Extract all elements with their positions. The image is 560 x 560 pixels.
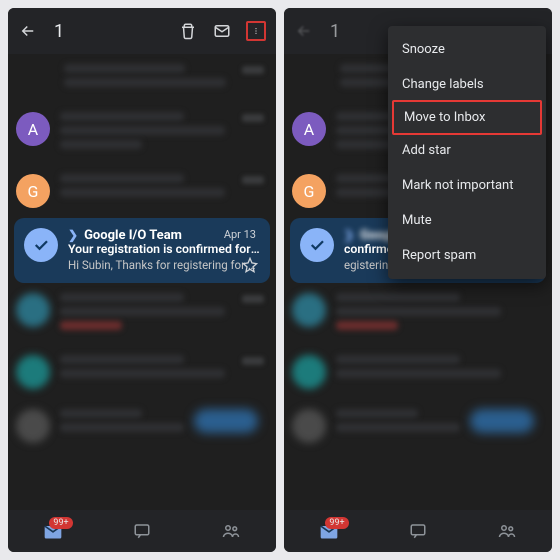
meet-tab-icon[interactable] bbox=[497, 521, 517, 541]
avatar bbox=[292, 355, 326, 389]
mark-unread-icon[interactable] bbox=[212, 21, 232, 41]
list-item[interactable] bbox=[8, 345, 276, 399]
star-icon[interactable] bbox=[242, 257, 258, 273]
email-list: A G ❯ Google I/O Team Your registration i… bbox=[8, 54, 276, 510]
menu-item-mute[interactable]: Mute bbox=[388, 203, 546, 238]
selection-check-icon bbox=[300, 228, 334, 262]
avatar: G bbox=[292, 174, 326, 208]
chip bbox=[470, 409, 534, 433]
topbar-left: 1 bbox=[8, 8, 276, 54]
mail-tab-icon[interactable]: 99+ bbox=[43, 521, 63, 541]
list-item[interactable] bbox=[284, 399, 552, 453]
screenshot-right: 1 Snooze Change labels Move to Inbox Add… bbox=[284, 8, 552, 552]
avatar: A bbox=[292, 112, 326, 146]
menu-item-snooze[interactable]: Snooze bbox=[388, 32, 546, 67]
selected-email-row[interactable]: ❯ Google I/O Team Your registration is co… bbox=[14, 218, 270, 283]
selection-count: 1 bbox=[330, 21, 340, 42]
back-icon[interactable] bbox=[18, 21, 38, 41]
avatar bbox=[16, 293, 50, 327]
list-item[interactable] bbox=[8, 399, 276, 453]
menu-item-move-to-inbox[interactable]: Move to Inbox bbox=[392, 100, 542, 135]
avatar: A bbox=[16, 112, 50, 146]
avatar bbox=[292, 293, 326, 327]
sender-name: Google I/O Team bbox=[84, 228, 182, 243]
list-item[interactable]: G bbox=[8, 164, 276, 218]
list-item[interactable] bbox=[284, 283, 552, 345]
menu-item-change-labels[interactable]: Change labels bbox=[388, 67, 546, 102]
overflow-menu: Snooze Change labels Move to Inbox Add s… bbox=[388, 26, 546, 279]
unread-badge: 99+ bbox=[49, 517, 72, 529]
selection-check-icon bbox=[24, 228, 58, 262]
avatar bbox=[16, 409, 50, 443]
important-marker-icon: ❯ bbox=[68, 228, 78, 243]
chip bbox=[194, 409, 258, 433]
menu-item-report-spam[interactable]: Report spam bbox=[388, 238, 546, 273]
selection-count: 1 bbox=[54, 21, 64, 42]
email-preview: Hi Subin, Thanks for registering for Goo… bbox=[68, 258, 260, 273]
unread-badge: 99+ bbox=[325, 517, 348, 529]
list-item[interactable] bbox=[284, 345, 552, 399]
list-item[interactable] bbox=[8, 283, 276, 345]
screenshot-left: 1 A G bbox=[8, 8, 276, 552]
delete-icon[interactable] bbox=[178, 21, 198, 41]
meet-tab-icon[interactable] bbox=[221, 521, 241, 541]
avatar bbox=[16, 355, 50, 389]
more-options-icon[interactable] bbox=[246, 21, 266, 41]
bottom-nav: 99+ bbox=[8, 510, 276, 552]
menu-item-add-star[interactable]: Add star bbox=[388, 133, 546, 168]
list-item[interactable] bbox=[8, 54, 276, 102]
important-marker-icon: ❯ bbox=[344, 228, 354, 243]
email-date: Apr 13 bbox=[224, 228, 256, 241]
email-subject: Your registration is confirmed for Googl… bbox=[68, 243, 260, 258]
bottom-nav: 99+ bbox=[284, 510, 552, 552]
menu-item-mark-not-important[interactable]: Mark not important bbox=[388, 168, 546, 203]
mail-tab-icon[interactable]: 99+ bbox=[319, 521, 339, 541]
chat-tab-icon[interactable] bbox=[132, 521, 152, 541]
back-icon[interactable] bbox=[294, 21, 314, 41]
chat-tab-icon[interactable] bbox=[408, 521, 428, 541]
avatar: G bbox=[16, 174, 50, 208]
list-item[interactable]: A bbox=[8, 102, 276, 164]
avatar bbox=[292, 409, 326, 443]
